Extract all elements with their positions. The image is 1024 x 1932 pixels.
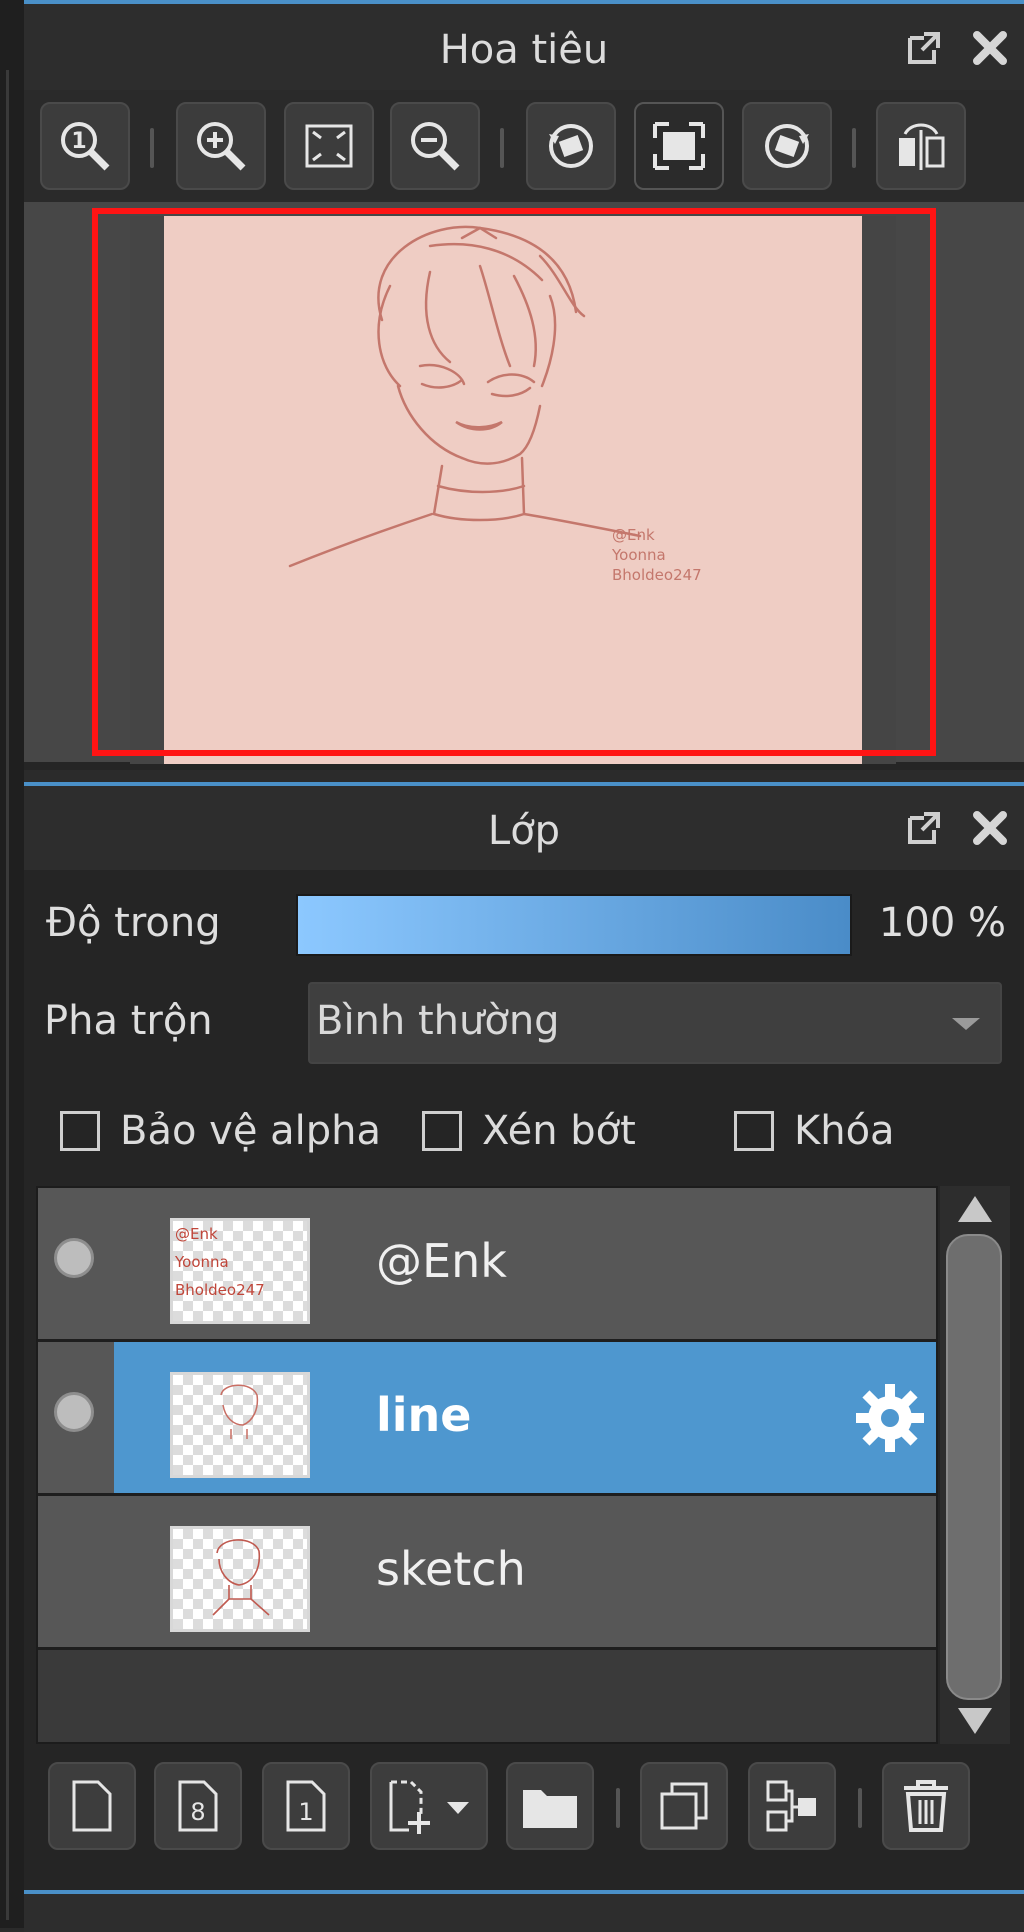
svg-text:1: 1: [71, 129, 86, 154]
layer-toolbar: 8 1: [24, 1746, 1024, 1870]
protect-alpha-label: Bảo vệ alpha: [120, 1108, 382, 1154]
zoom-actual-icon: 1: [61, 122, 110, 171]
layer-thumbnail: [170, 1372, 310, 1478]
zoom-out-button[interactable]: [390, 102, 480, 190]
zoom-actual-button[interactable]: 1: [40, 102, 130, 190]
fit-window-button[interactable]: [634, 102, 724, 190]
toolbar-separator: [616, 1788, 620, 1828]
opacity-slider[interactable]: [296, 894, 852, 956]
new-1bit-layer-icon: 1: [286, 1780, 326, 1832]
toolbar-separator: [852, 128, 856, 168]
dock-divider: [6, 70, 9, 1920]
lock-label: Khóa: [794, 1108, 895, 1154]
delete-layer-button[interactable]: [882, 1762, 970, 1850]
zoom-in-icon: [197, 122, 246, 171]
new-folder-icon: [523, 1790, 577, 1828]
zoom-out-icon: [411, 122, 460, 171]
protect-alpha-checkbox[interactable]: Bảo vệ alpha: [60, 1108, 381, 1154]
scrollbar-thumb[interactable]: [946, 1234, 1002, 1700]
flip-horizontal-icon: [899, 123, 945, 170]
layer-name: @Enk: [376, 1234, 507, 1288]
opacity-label: Độ trong: [46, 900, 221, 946]
popout-icon[interactable]: [902, 26, 946, 70]
close-icon[interactable]: [968, 806, 1012, 850]
layer-row[interactable]: @Enk Yoonna Bholdeo247 @Enk: [38, 1188, 936, 1342]
navigator-title: Hoa tiêu: [439, 27, 609, 73]
layer-row[interactable]: sketch: [38, 1496, 936, 1650]
new-folder-button[interactable]: [506, 1762, 594, 1850]
svg-text:1: 1: [298, 1798, 313, 1826]
layer-name: sketch: [376, 1542, 526, 1596]
clipping-label: Xén bớt: [482, 1108, 636, 1154]
svg-text:Yoonna: Yoonna: [174, 1253, 229, 1271]
layer-row-selected[interactable]: line: [38, 1342, 936, 1496]
merge-down-button[interactable]: [748, 1762, 836, 1850]
layer-title: Lớp: [487, 808, 561, 854]
fit-screen-icon: [305, 124, 353, 168]
opacity-value: 100 %: [878, 900, 1006, 946]
left-dock-strip: [0, 0, 24, 1928]
flip-horizontal-button[interactable]: [876, 102, 966, 190]
new-8bit-layer-icon: 8: [178, 1780, 218, 1832]
toolbar-separator: [150, 128, 154, 168]
fit-window-icon: [653, 122, 705, 170]
zoom-in-button[interactable]: [176, 102, 266, 190]
svg-text:Bholdeo247: Bholdeo247: [175, 1281, 265, 1299]
delete-layer-icon: [904, 1780, 948, 1832]
visibility-icon[interactable]: [54, 1238, 94, 1278]
new-1bit-layer-button[interactable]: 1: [262, 1762, 350, 1850]
checkbox-box: [734, 1111, 774, 1151]
new-layer-icon: [72, 1780, 112, 1832]
scroll-down-icon[interactable]: [958, 1708, 992, 1734]
rotate-left-button[interactable]: [526, 102, 616, 190]
add-layer-menu-button[interactable]: [370, 1762, 488, 1850]
lock-checkbox[interactable]: Khóa: [734, 1108, 895, 1154]
navigator-toolbar: 1: [24, 90, 1024, 202]
add-layer-menu-icon: [389, 1780, 469, 1834]
visibility-icon[interactable]: [54, 1392, 94, 1432]
duplicate-layer-icon: [660, 1782, 708, 1830]
navigator-titlebar: Hoa tiêu: [24, 4, 1024, 90]
layer-thumbnail: [170, 1526, 310, 1632]
merge-down-icon: [766, 1780, 816, 1832]
view-area-frame[interactable]: [92, 208, 936, 756]
layer-titlebar: Lớp: [24, 786, 1024, 870]
blend-mode-select[interactable]: Bình thường: [308, 982, 1002, 1064]
svg-text:@Enk: @Enk: [175, 1225, 218, 1243]
checkbox-box: [60, 1111, 100, 1151]
clipping-checkbox[interactable]: Xén bớt: [422, 1108, 636, 1154]
chevron-down-icon: [952, 1018, 980, 1030]
layer-scrollbar[interactable]: [940, 1186, 1010, 1744]
checkbox-box: [422, 1111, 462, 1151]
gear-icon[interactable]: [852, 1380, 928, 1456]
close-icon[interactable]: [968, 26, 1012, 70]
new-layer-button[interactable]: [48, 1762, 136, 1850]
scroll-up-icon[interactable]: [958, 1196, 992, 1222]
popout-icon[interactable]: [902, 806, 946, 850]
layer-name: line: [376, 1388, 472, 1442]
new-8bit-layer-button[interactable]: 8: [154, 1762, 242, 1850]
layer-thumbnail: @Enk Yoonna Bholdeo247: [170, 1218, 310, 1324]
svg-text:8: 8: [190, 1798, 205, 1826]
toolbar-separator: [858, 1788, 862, 1828]
rotate-left-icon: [549, 124, 593, 168]
duplicate-layer-button[interactable]: [640, 1762, 728, 1850]
rotate-right-button[interactable]: [742, 102, 832, 190]
toolbar-separator: [500, 128, 504, 168]
next-panel-header: [24, 1890, 1024, 1932]
rotate-right-icon: [765, 124, 809, 168]
blend-mode-value: Bình thường: [316, 998, 560, 1044]
layer-list: @Enk Yoonna Bholdeo247 @Enk line sketch: [36, 1186, 938, 1744]
blend-label: Pha trộn: [44, 998, 213, 1044]
fit-screen-button[interactable]: [284, 102, 374, 190]
